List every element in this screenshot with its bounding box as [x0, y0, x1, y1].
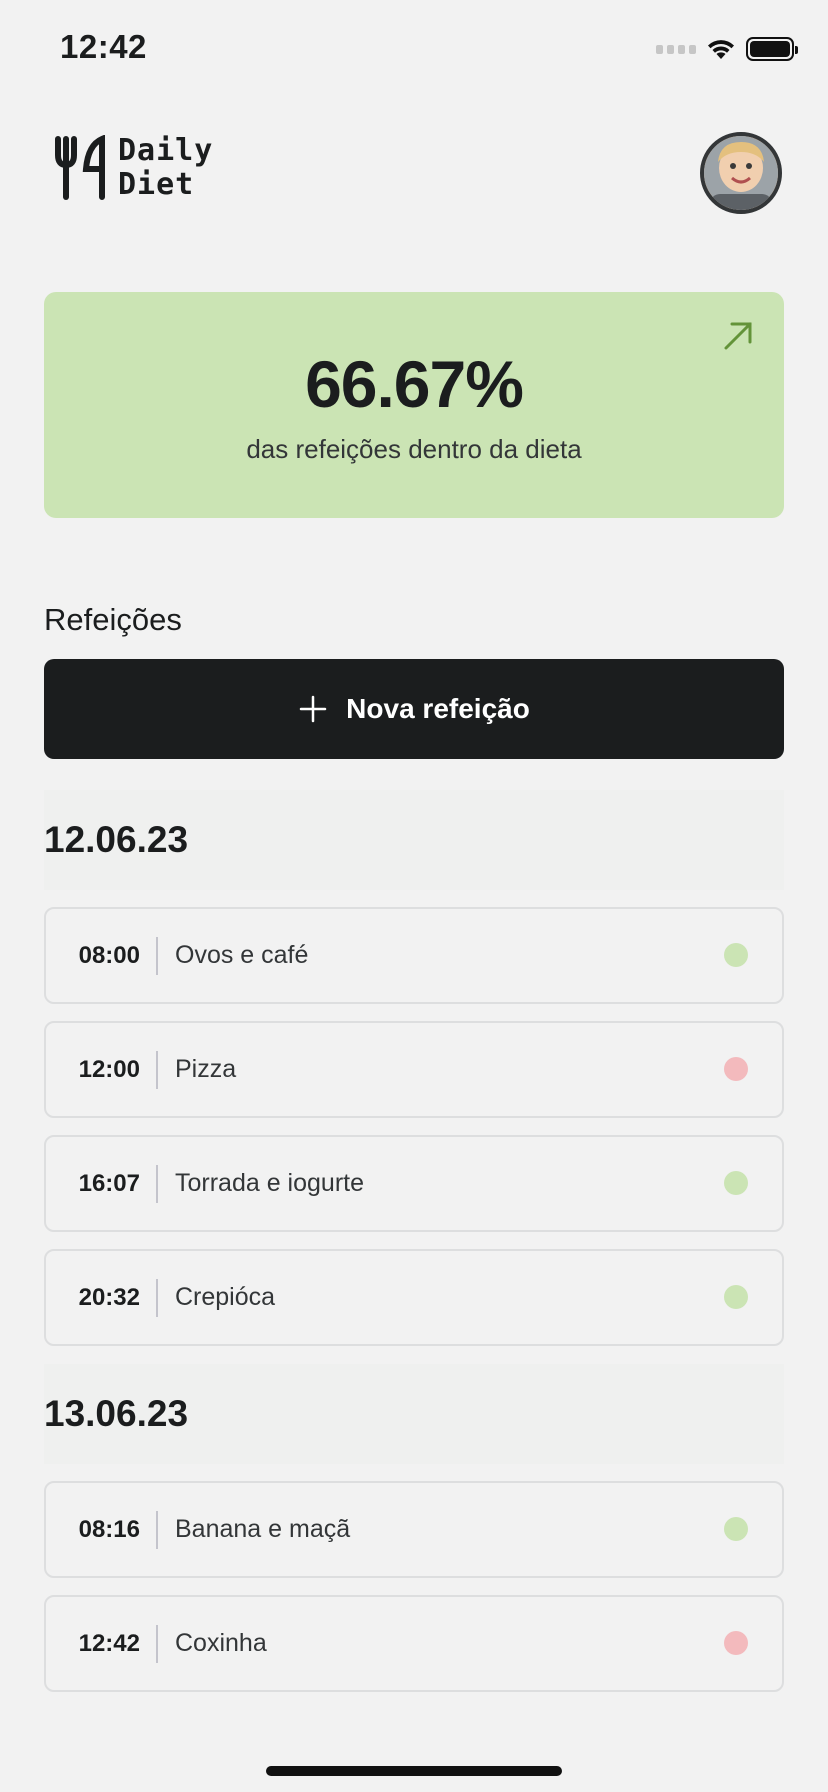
meal-name: Banana e maçã — [175, 1515, 351, 1543]
status-time: 12:42 — [60, 28, 147, 65]
meal-row[interactable]: 08:16 Banana e maçã — [44, 1481, 784, 1578]
new-meal-button-label: Nova refeição — [346, 693, 530, 724]
meal-time: 20:32 — [78, 1283, 140, 1311]
meal-separator — [156, 936, 158, 975]
wifi-icon — [708, 40, 734, 59]
meal-name: Coxinha — [175, 1629, 267, 1657]
diet-stats-card[interactable]: 66.67% das refeições dentro da dieta — [44, 292, 784, 518]
diet-percentage: 66.67% — [305, 347, 524, 421]
meal-separator — [156, 1624, 158, 1663]
diet-percentage-description: das refeições dentro da dieta — [246, 434, 582, 464]
meal-row[interactable]: 12:00 Pizza — [44, 1021, 784, 1118]
in-diet-status-dot — [724, 1285, 748, 1309]
battery-icon — [746, 37, 798, 61]
meal-name: Torrada e iogurte — [175, 1169, 365, 1197]
off-diet-status-dot — [724, 1057, 748, 1081]
status-indicators — [656, 34, 798, 64]
meal-name: Crepióca — [175, 1283, 276, 1311]
meal-name: Pizza — [175, 1055, 237, 1083]
plus-icon — [299, 695, 327, 723]
day-group: 13.06.23 08:16 Banana e maçã 12:42 Coxin… — [44, 1364, 784, 1709]
logo-text-line2: Diet — [118, 167, 195, 202]
meal-time: 08:00 — [78, 941, 140, 969]
user-avatar[interactable] — [700, 132, 782, 214]
meal-separator — [156, 1278, 158, 1317]
logo-text-line1: Daily — [118, 133, 214, 168]
app-logo: Daily Diet — [52, 134, 213, 202]
screen: 12:42 Daily Diet 66.67% das refeições de… — [0, 0, 828, 1792]
meal-separator — [156, 1510, 158, 1549]
home-indicator[interactable] — [266, 1766, 562, 1776]
in-diet-status-dot — [724, 943, 748, 967]
new-meal-button[interactable]: Nova refeição — [44, 659, 784, 759]
day-group: 12.06.23 08:00 Ovos e café 12:00 Pizza 1… — [44, 790, 784, 1363]
fork-knife-icon — [55, 135, 105, 200]
meal-row[interactable]: 20:32 Crepióca — [44, 1249, 784, 1346]
meal-separator — [156, 1164, 158, 1203]
day-date: 13.06.23 — [44, 1364, 784, 1464]
avatar-image — [704, 136, 778, 210]
cellular-signal-icon — [656, 44, 696, 54]
meal-name: Ovos e café — [175, 941, 309, 969]
off-diet-status-dot — [724, 1631, 748, 1655]
meal-row[interactable]: 16:07 Torrada e iogurte — [44, 1135, 784, 1232]
in-diet-status-dot — [724, 1171, 748, 1195]
meals-section-title: Refeições — [44, 602, 182, 637]
meal-time: 08:16 — [78, 1515, 140, 1543]
meal-separator — [156, 1050, 158, 1089]
meal-row[interactable]: 08:00 Ovos e café — [44, 907, 784, 1004]
day-date: 12.06.23 — [44, 790, 784, 890]
meal-time: 16:07 — [78, 1169, 140, 1197]
meal-row[interactable]: 12:42 Coxinha — [44, 1595, 784, 1692]
meal-time: 12:00 — [78, 1055, 140, 1083]
in-diet-status-dot — [724, 1517, 748, 1541]
meal-time: 12:42 — [78, 1629, 140, 1657]
